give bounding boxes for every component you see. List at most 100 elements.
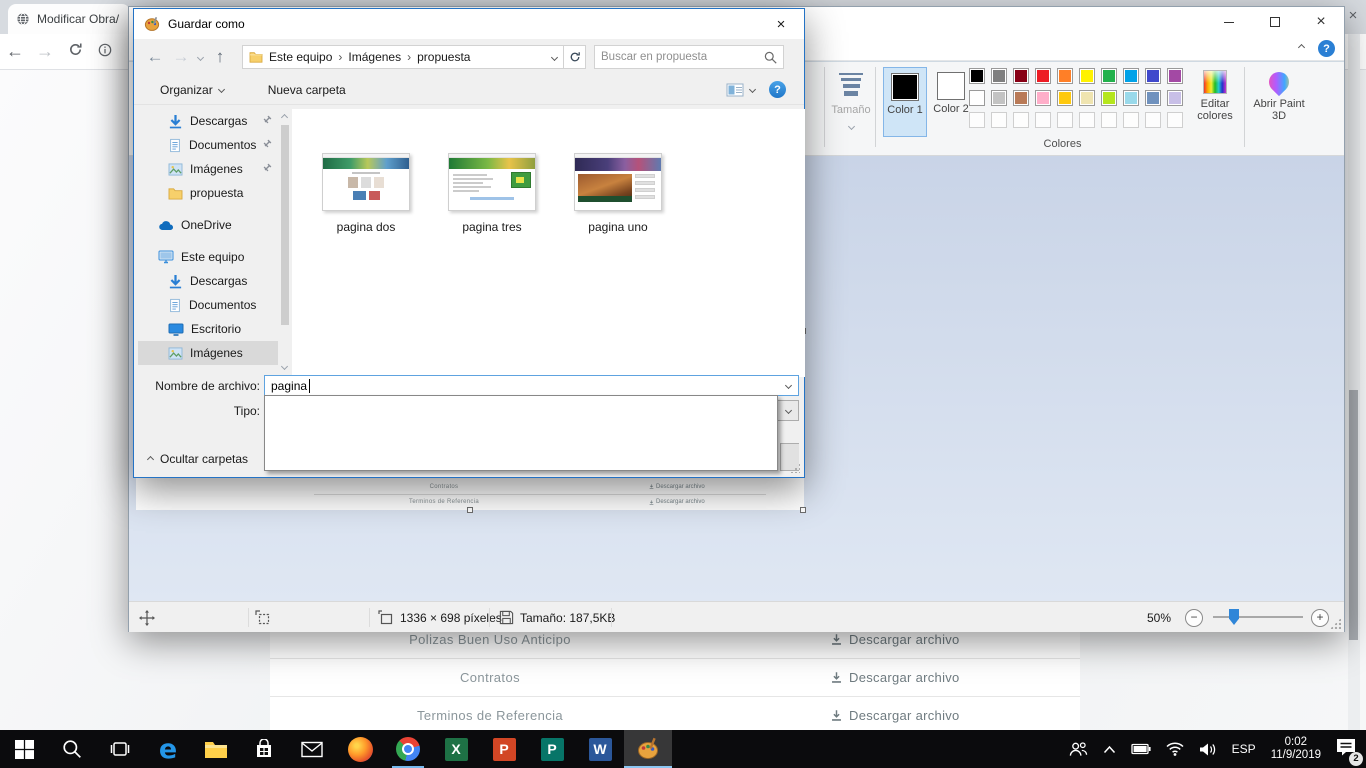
color1-button[interactable]: Color 1 (883, 67, 927, 137)
palette-color-swatch[interactable] (991, 90, 1007, 106)
sidebar-item-documentos-quick[interactable]: Documentos (138, 133, 278, 157)
file-item[interactable]: pagina uno (572, 153, 664, 377)
palette-color-swatch[interactable] (1035, 90, 1051, 106)
palette-color-swatch[interactable] (1101, 90, 1117, 106)
open-paint3d-button[interactable]: Abrir Paint 3D (1248, 70, 1310, 122)
paint-close-button[interactable]: × (1298, 7, 1344, 37)
palette-empty-slot[interactable] (1013, 112, 1029, 128)
palette-empty-slot[interactable] (1035, 112, 1051, 128)
filename-dropdown-icon[interactable] (785, 382, 792, 389)
sidebar-item-descargas-quick[interactable]: Descargas (138, 109, 278, 133)
scrollbar-thumb[interactable] (281, 125, 289, 325)
language-indicator[interactable]: ESP (1232, 742, 1256, 756)
filename-autocomplete-dropdown[interactable] (264, 395, 778, 471)
canvas-resize-handle-corner[interactable] (800, 507, 806, 513)
download-link[interactable]: Descargar archivo (830, 708, 960, 723)
filetype-dropdown-icon[interactable] (785, 407, 792, 414)
nav-back-button[interactable]: ← (142, 47, 168, 67)
scroll-up-icon[interactable] (281, 114, 288, 121)
sidebar-item-escritorio[interactable]: Escritorio (138, 317, 278, 341)
zoom-out-button[interactable]: − (1185, 602, 1203, 633)
collapse-ribbon-icon[interactable] (1298, 44, 1305, 51)
sidebar-item-descargas[interactable]: Descargas (138, 269, 278, 293)
search-box[interactable] (594, 45, 784, 69)
palette-color-swatch[interactable] (1123, 68, 1139, 84)
breadcrumb-item[interactable]: Imágenes (348, 50, 401, 64)
taskbar-powerpoint-icon[interactable]: P (480, 730, 528, 768)
scrollbar-thumb[interactable] (1349, 390, 1358, 640)
address-dropdown-icon[interactable] (551, 53, 558, 60)
browser-back-button[interactable]: ← (0, 41, 30, 62)
sidebar-item-imagenes[interactable]: Imágenes (138, 341, 278, 365)
palette-color-swatch[interactable] (969, 90, 985, 106)
new-folder-button[interactable]: Nueva carpeta (268, 83, 346, 97)
size-button[interactable]: Tamaño (829, 70, 873, 134)
action-center-button[interactable]: 2 (1336, 738, 1356, 761)
zoom-slider-track[interactable] (1213, 616, 1303, 618)
file-item[interactable]: pagina tres (446, 153, 538, 377)
taskbar-publisher-icon[interactable]: P (528, 730, 576, 768)
dialog-close-button[interactable]: × (758, 9, 804, 39)
zoom-in-button[interactable]: + (1311, 602, 1329, 633)
browser-refresh-button[interactable] (60, 41, 90, 62)
taskbar-store-icon[interactable] (240, 730, 288, 768)
change-view-button[interactable] (726, 83, 755, 97)
volume-icon[interactable] (1199, 742, 1217, 757)
hidden-icons-chevron[interactable] (1103, 745, 1116, 754)
task-view-button[interactable] (96, 730, 144, 768)
palette-color-swatch[interactable] (991, 68, 1007, 84)
breadcrumb[interactable]: Este equipo › Imágenes › propuesta (242, 45, 564, 69)
palette-color-swatch[interactable] (1145, 68, 1161, 84)
start-button[interactable] (0, 730, 48, 768)
taskbar-edge-icon[interactable]: e (144, 730, 192, 768)
color2-button[interactable]: Color 2 (929, 67, 973, 137)
palette-empty-slot[interactable] (1123, 112, 1139, 128)
search-input[interactable] (595, 51, 764, 63)
taskbar-paint-icon[interactable] (624, 730, 672, 768)
nav-forward-button[interactable]: → (168, 47, 194, 67)
battery-icon[interactable] (1131, 743, 1151, 755)
palette-color-swatch[interactable] (1057, 90, 1073, 106)
scroll-down-icon[interactable] (281, 363, 288, 370)
browser-forward-button[interactable]: → (30, 41, 60, 62)
canvas-resize-handle-bottom[interactable] (467, 507, 473, 513)
hide-folders-button[interactable]: Ocultar carpetas (148, 449, 248, 469)
palette-color-swatch[interactable] (1101, 68, 1117, 84)
palette-empty-slot[interactable] (1079, 112, 1095, 128)
organize-button[interactable]: Organizar (160, 83, 224, 97)
palette-empty-slot[interactable] (1101, 112, 1117, 128)
browser-tab[interactable]: Modificar Obra/ (8, 4, 130, 34)
taskbar-word-icon[interactable]: W (576, 730, 624, 768)
zoom-slider-thumb[interactable] (1229, 609, 1239, 625)
palette-color-swatch[interactable] (1013, 90, 1029, 106)
refresh-button[interactable] (564, 45, 586, 69)
filename-input[interactable]: pagina (264, 375, 799, 396)
palette-color-swatch[interactable] (1079, 68, 1095, 84)
palette-color-swatch[interactable] (1145, 90, 1161, 106)
wifi-icon[interactable] (1166, 742, 1184, 756)
sidebar-item-este-equipo[interactable]: Este equipo (138, 245, 278, 269)
palette-color-swatch[interactable] (1167, 90, 1183, 106)
site-info-icon[interactable] (90, 41, 120, 62)
dialog-help-icon[interactable]: ? (769, 81, 786, 98)
paint-maximize-button[interactable] (1252, 7, 1298, 37)
recent-locations-icon[interactable] (197, 53, 204, 60)
sidebar-item-documentos[interactable]: Documentos (138, 293, 278, 317)
palette-color-swatch[interactable] (1079, 90, 1095, 106)
palette-empty-slot[interactable] (991, 112, 1007, 128)
palette-color-swatch[interactable] (969, 68, 985, 84)
sidebar-item-imagenes-quick[interactable]: Imágenes (138, 157, 278, 181)
paint-help-icon[interactable]: ? (1318, 40, 1335, 57)
taskbar-file-explorer-icon[interactable] (192, 730, 240, 768)
window-resize-grip[interactable] (1330, 618, 1341, 629)
people-icon[interactable] (1069, 741, 1088, 758)
palette-empty-slot[interactable] (1057, 112, 1073, 128)
breadcrumb-item[interactable]: Este equipo (269, 50, 332, 64)
nav-up-button[interactable]: ↑ (207, 47, 233, 67)
taskbar-firefox-icon[interactable] (336, 730, 384, 768)
file-item[interactable]: pagina dos (320, 153, 412, 377)
palette-color-swatch[interactable] (1057, 68, 1073, 84)
palette-color-swatch[interactable] (1013, 68, 1029, 84)
edit-colors-button[interactable]: Editar colores (1187, 70, 1243, 122)
sidebar-item-onedrive[interactable]: OneDrive (138, 213, 278, 237)
